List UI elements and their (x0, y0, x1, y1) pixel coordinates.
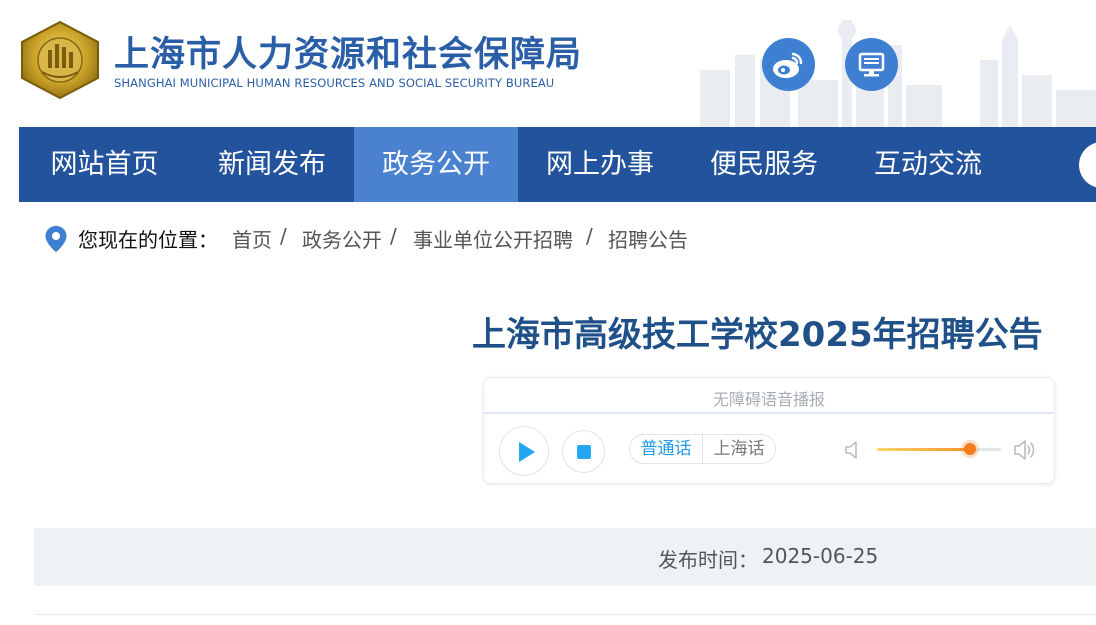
breadcrumb-separator: / (390, 224, 397, 248)
publish-info-bar: 发布时间： 2025-06-25 (34, 528, 1096, 586)
publish-date: 2025-06-25 (762, 544, 879, 568)
volume-slider[interactable] (877, 443, 1001, 455)
nav-item-home[interactable]: 网站首页 (19, 127, 190, 202)
breadcrumb-recruitment-notice[interactable]: 招聘公告 (608, 224, 688, 253)
stop-icon (577, 445, 591, 459)
breadcrumb-home[interactable]: 首页 (232, 224, 272, 253)
page: 上海市人力资源和社会保障局 SHANGHAI MUNICIPAL HUMAN R… (0, 0, 1096, 625)
site-subtitle: SHANGHAI MUNICIPAL HUMAN RESOURCES AND S… (114, 76, 555, 90)
nav-item-government-affairs[interactable]: 政务公开 (354, 127, 518, 202)
volume-high-icon[interactable] (1013, 436, 1039, 464)
nav-item-online-services[interactable]: 网上办事 (518, 127, 682, 202)
accessibility-audio-player: 无障碍语音播报 普通话 上海话 (483, 377, 1055, 484)
desktop-icon (858, 52, 885, 77)
language-switch: 普通话 上海话 (629, 434, 776, 464)
volume-knob[interactable] (964, 443, 976, 455)
nav-item-public-services[interactable]: 便民服务 (682, 127, 846, 202)
play-icon (519, 442, 535, 462)
article-title: 上海市高级技工学校2025年招聘公告 (472, 315, 1043, 355)
breadcrumb-separator: / (280, 224, 287, 248)
breadcrumb-government-affairs[interactable]: 政务公开 (302, 224, 382, 253)
emblem-logo-icon[interactable] (18, 20, 102, 100)
nav-search-box[interactable] (1079, 142, 1096, 188)
breadcrumb-prefix: 您现在的位置： (78, 228, 218, 252)
player-title: 无障碍语音播报 (712, 390, 825, 409)
divider (34, 614, 1096, 615)
language-option-mandarin[interactable]: 普通话 (630, 435, 703, 463)
main-nav: 网站首页 新闻发布 政务公开 网上办事 便民服务 互动交流 (19, 127, 1096, 202)
volume-fill (877, 448, 970, 451)
breadcrumb-separator: / (586, 224, 593, 248)
volume-low-icon[interactable] (844, 438, 862, 462)
publish-time-label: 发布时间： (658, 548, 758, 572)
location-pin-icon (45, 226, 67, 252)
nav-item-news[interactable]: 新闻发布 (190, 127, 354, 202)
site-header: 上海市人力资源和社会保障局 SHANGHAI MUNICIPAL HUMAN R… (0, 0, 1096, 127)
desktop-version-button[interactable] (845, 38, 898, 91)
language-option-shanghainese[interactable]: 上海话 (703, 435, 775, 463)
play-button[interactable] (499, 426, 549, 476)
site-title: 上海市人力资源和社会保障局 (114, 35, 583, 75)
weibo-icon (773, 52, 803, 78)
nav-item-interaction[interactable]: 互动交流 (846, 127, 1010, 202)
stop-button[interactable] (562, 430, 605, 473)
weibo-button[interactable] (762, 38, 815, 91)
player-divider (484, 412, 1054, 414)
breadcrumb-public-recruitment[interactable]: 事业单位公开招聘 (413, 224, 573, 253)
